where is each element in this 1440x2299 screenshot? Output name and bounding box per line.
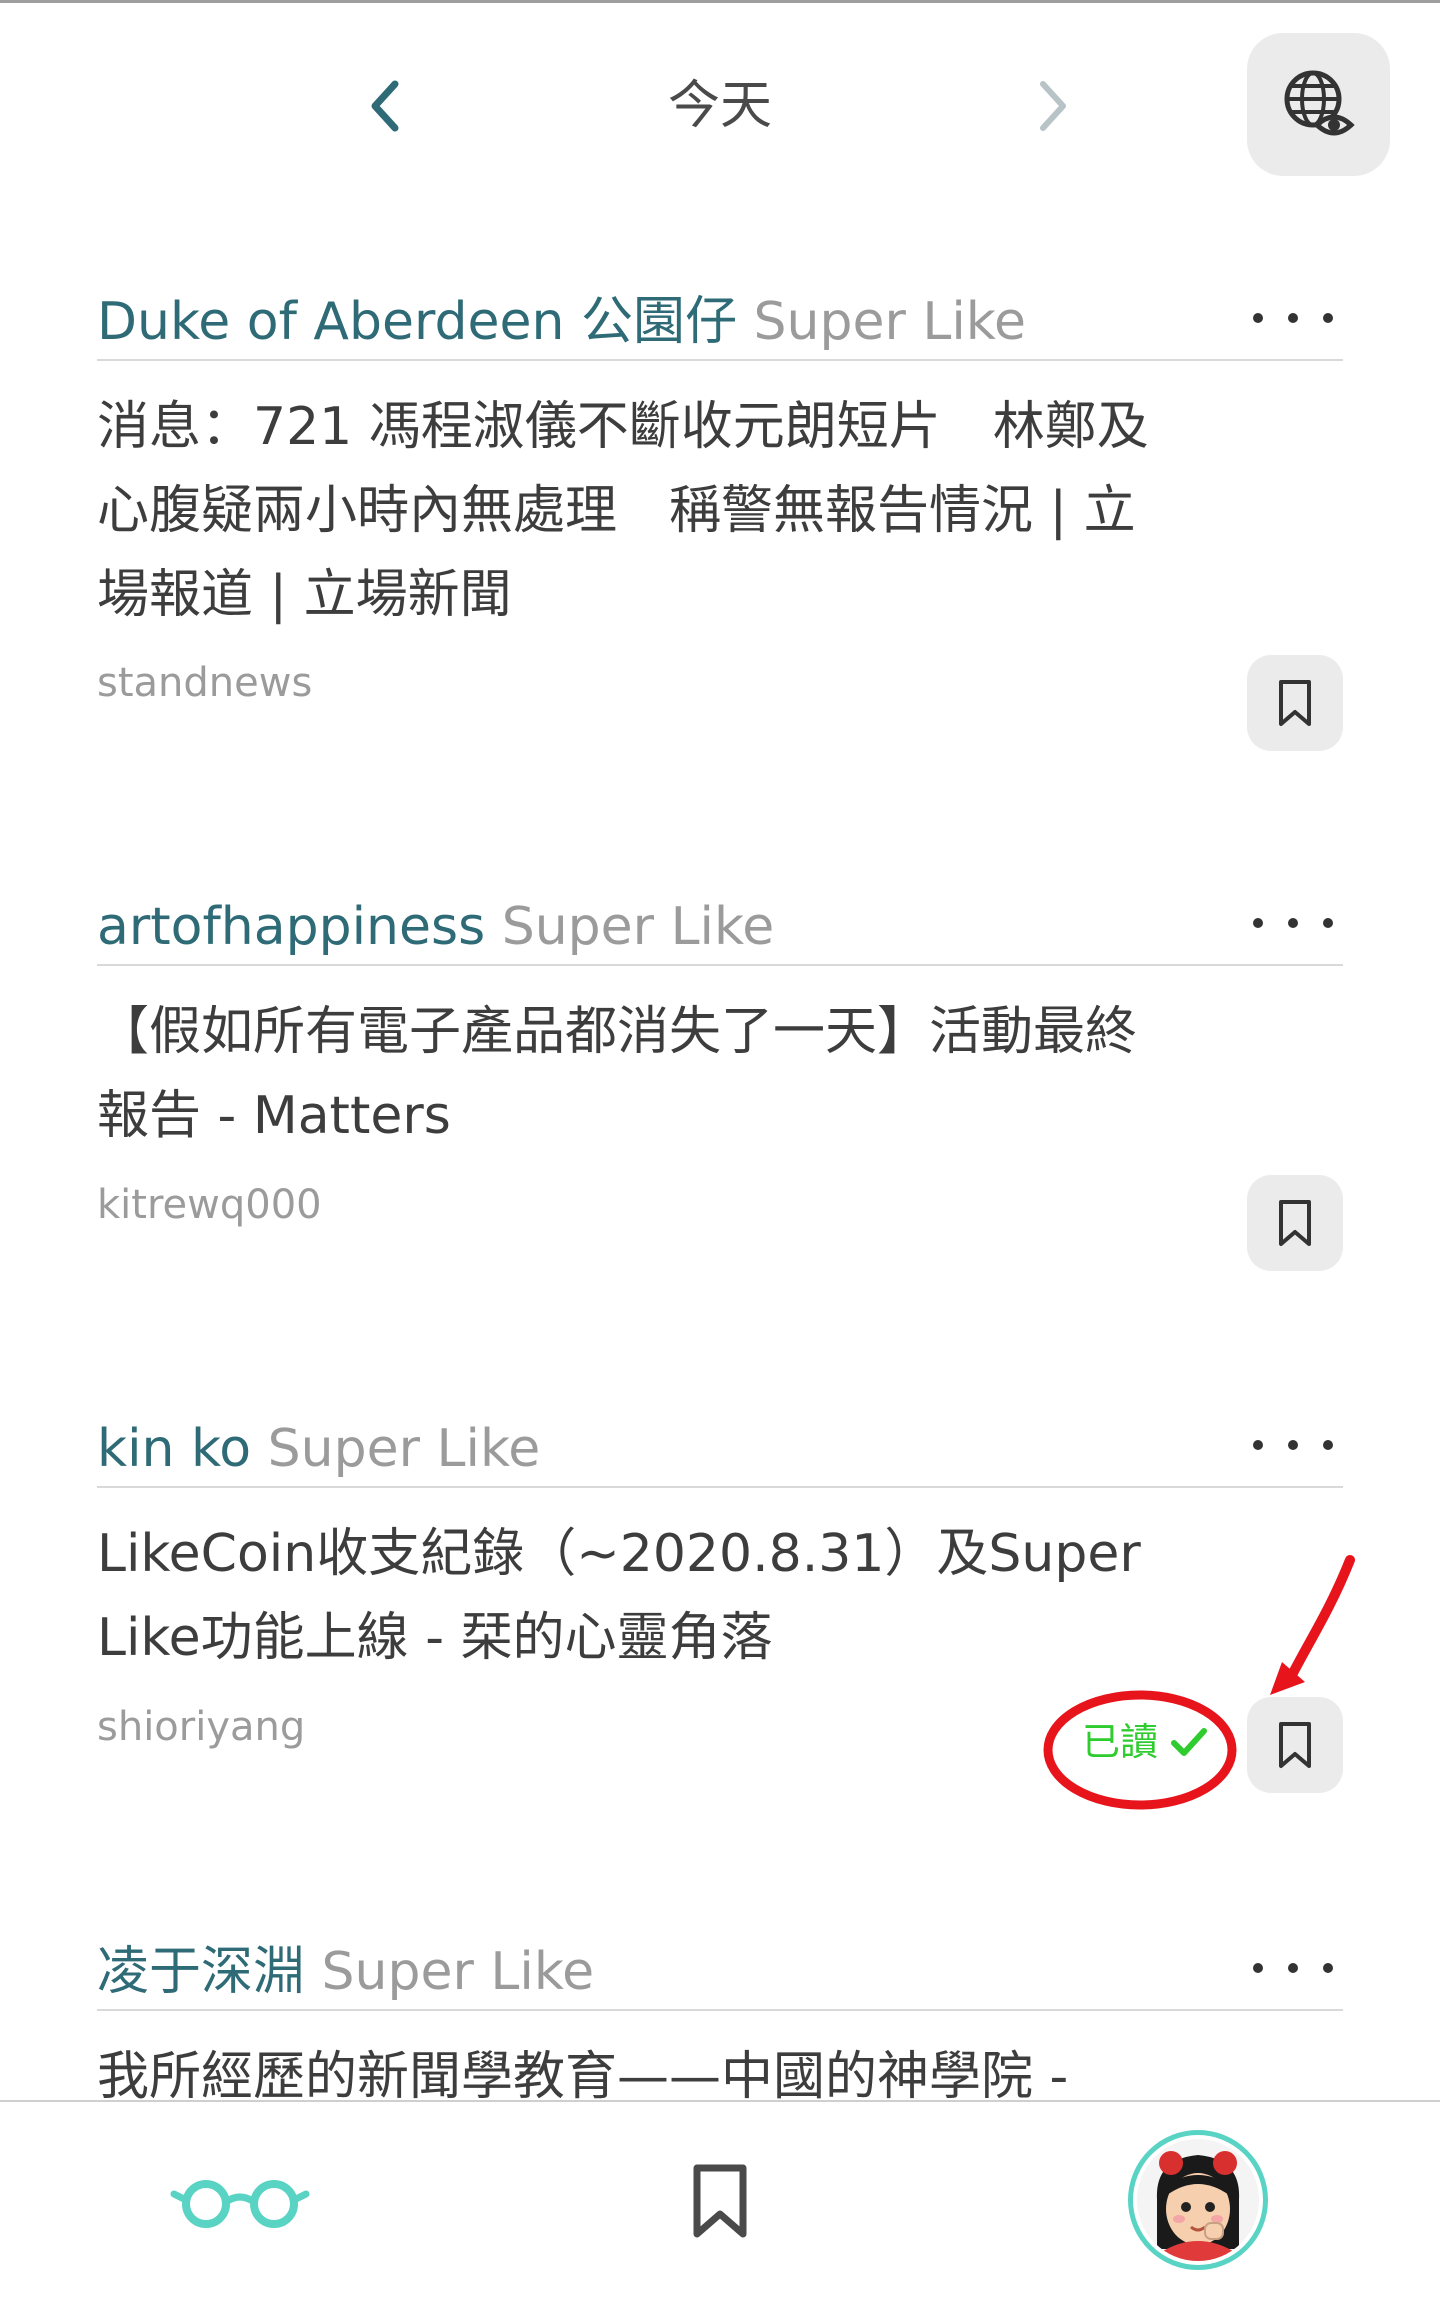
bookmark-button[interactable] [1247,655,1343,751]
dot-icon [1323,1963,1333,1973]
article-title-line: 報告 - Matters [97,1086,451,1146]
bookmark-icon [1279,680,1311,726]
liker-line: Duke of Aberdeen 公園仔 Super Like [97,285,1026,359]
feed-list: Duke of Aberdeen 公園仔 Super Like 消息：721 馮… [0,0,1440,2100]
more-options-button[interactable] [1253,1420,1333,1470]
liker-name[interactable]: kin ko [97,1419,251,1479]
article-title[interactable]: 我所經歷的新聞學教育——中國的神學院 - [97,2035,1247,2100]
avatar-image [1137,2139,1259,2261]
super-like-tag: Super Like [267,1419,541,1479]
tab-reading[interactable] [160,2152,320,2252]
card-header: 凌于深淵 Super Like [97,1935,1343,2011]
article-title-line: 場報道 | 立場新聞 [97,565,512,625]
article-source: standnews [97,660,313,706]
card-header: kin ko Super Like [97,1412,1343,1488]
article-title[interactable]: 【假如所有電子產品都消失了一天】活動最終 報告 - Matters [97,990,1247,1158]
card-header: artofhappiness Super Like [97,890,1343,966]
annotation-arrow [1287,1555,1355,1680]
card-header: Duke of Aberdeen 公園仔 Super Like [97,285,1343,361]
dot-icon [1323,918,1333,928]
dot-icon [1323,1440,1333,1450]
liker-line: artofhappiness Super Like [97,890,774,964]
article-source: kitrewq000 [97,1182,322,1228]
article-title-line: 消息：721 馮程淑儀不斷收元朗短片 林鄭及 [97,397,1149,457]
tab-bookmarks[interactable] [670,2147,770,2257]
annotation-markup [1043,1555,1355,1810]
dot-icon [1288,1963,1298,1973]
dot-icon [1253,918,1263,928]
bookmark-button[interactable] [1247,1175,1343,1271]
more-options-button[interactable] [1253,293,1333,343]
dot-icon [1288,1440,1298,1450]
annotation-ellipse [1043,1690,1237,1810]
liker-name[interactable]: 凌于深淵 [97,1942,305,2002]
bookmark-icon [693,2164,747,2238]
avatar-ring [1128,2130,1268,2270]
more-options-button[interactable] [1253,1943,1333,1993]
article-source: shioriyang [97,1704,306,1750]
super-like-tag: Super Like [501,897,775,957]
more-options-button[interactable] [1253,898,1333,948]
dot-icon [1288,313,1298,323]
article-title[interactable]: 消息：721 馮程淑儀不斷收元朗短片 林鄭及 心腹疑兩小時內無處理 稱警無報告情… [97,385,1247,637]
liker-line: 凌于深淵 Super Like [97,1935,594,2009]
article-title-line: 【假如所有電子產品都消失了一天】活動最終 [97,1002,1138,1062]
bottom-navigation [0,2100,1440,2299]
avatar [1137,2139,1259,2261]
glasses-icon [170,2180,310,2228]
super-like-tag: Super Like [321,1942,595,2002]
dot-icon [1253,1440,1263,1450]
dot-icon [1323,313,1333,323]
liker-name[interactable]: artofhappiness [97,897,485,957]
liker-line: kin ko Super Like [97,1412,540,1486]
article-title-line: 我所經歷的新聞學教育——中國的神學院 - [97,2047,1069,2100]
tab-profile[interactable] [1128,2130,1268,2270]
dot-icon [1288,918,1298,928]
dot-icon [1253,1963,1263,1973]
super-like-tag: Super Like [753,292,1027,352]
dot-icon [1253,313,1263,323]
bookmark-icon [1279,1200,1311,1246]
liker-name[interactable]: Duke of Aberdeen 公園仔 [97,292,737,352]
article-title-line: 心腹疑兩小時內無處理 稱警無報告情況 | 立 [97,481,1136,541]
